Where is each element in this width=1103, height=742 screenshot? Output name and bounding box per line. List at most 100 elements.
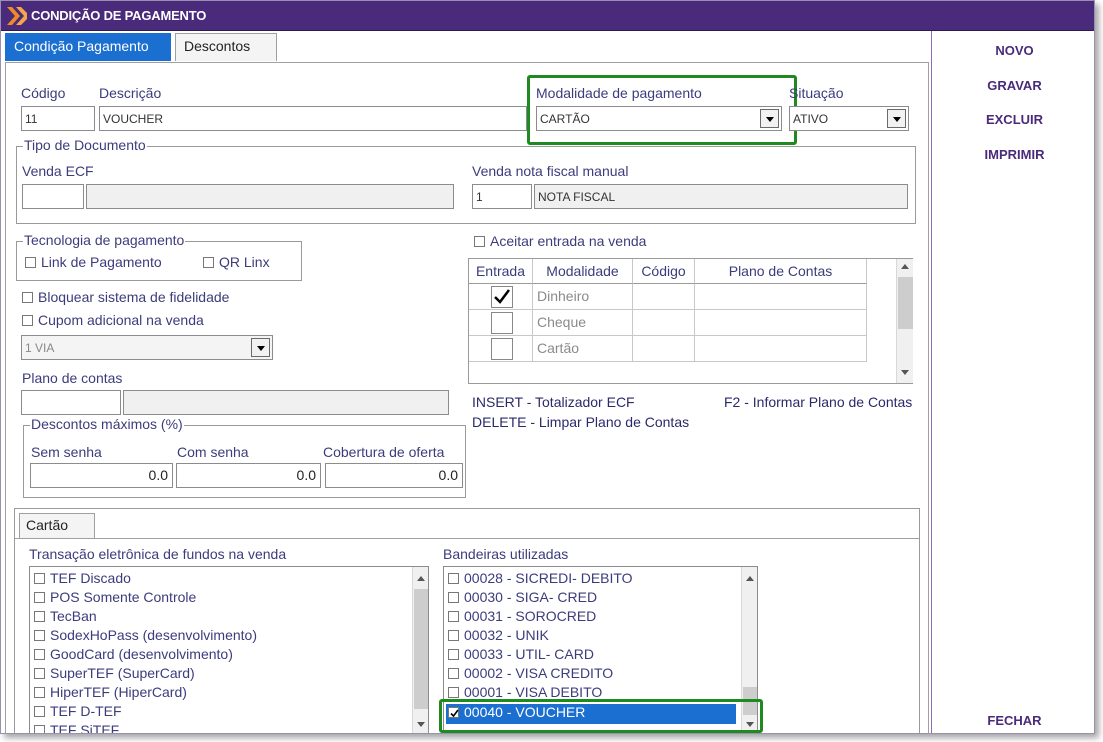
scroll-up-icon[interactable] bbox=[413, 571, 428, 587]
grid-cell-codigo[interactable] bbox=[633, 284, 695, 310]
descricao-label: Descrição bbox=[99, 85, 162, 101]
tipo-documento-group: Tipo de Documento Venda ECF Venda nota f… bbox=[16, 137, 916, 224]
list-item[interactable]: 00032 - UNIK bbox=[448, 627, 549, 643]
scroll-up-icon[interactable] bbox=[897, 259, 913, 275]
list-item[interactable]: TEF SiTEF bbox=[34, 722, 119, 733]
venda-nf-desc: NOTA FISCAL bbox=[534, 184, 908, 209]
gravar-button[interactable]: GRAVAR bbox=[932, 78, 1094, 93]
cupom-via-select[interactable]: 1 VIA bbox=[21, 335, 273, 360]
tab-descontos[interactable]: Descontos bbox=[175, 33, 277, 61]
scroll-thumb[interactable] bbox=[414, 589, 428, 709]
grid-header-entrada: Entrada bbox=[469, 259, 533, 284]
list-item[interactable]: 00028 - SICREDI- DEBITO bbox=[448, 570, 633, 586]
list-item[interactable]: 00031 - SOROCRED bbox=[448, 608, 596, 624]
codigo-label: Código bbox=[21, 85, 66, 101]
com-senha-label: Com senha bbox=[177, 444, 249, 460]
scroll-thumb[interactable] bbox=[898, 277, 913, 329]
situacao-value: ATIVO bbox=[793, 112, 829, 126]
hint-f2: F2 - Informar Plano de Contas bbox=[724, 394, 913, 410]
grid-header-plano: Plano de Contas bbox=[695, 259, 867, 284]
tab-cartao[interactable]: Cartão bbox=[19, 513, 95, 539]
list-item[interactable]: HiperTEF (HiperCard) bbox=[34, 684, 187, 700]
imprimir-button[interactable]: IMPRIMIR bbox=[932, 147, 1094, 162]
situacao-label: Situação bbox=[789, 85, 844, 101]
list-item[interactable]: 00001 - VISA DEBITO bbox=[448, 684, 602, 700]
qr-linx-checkbox[interactable]: QR Linx bbox=[203, 254, 270, 270]
tef-list[interactable]: TEF Discado POS Somente Controle TecBan … bbox=[29, 566, 429, 733]
bloquear-fidelidade-label: Bloquear sistema de fidelidade bbox=[38, 289, 230, 305]
tef-label: Transação eletrônica de fundos na venda bbox=[29, 546, 287, 562]
chevron-down-icon[interactable] bbox=[251, 338, 270, 357]
bloquear-fidelidade-checkbox[interactable]: Bloquear sistema de fidelidade bbox=[22, 289, 229, 305]
grid-header-modalidade: Modalidade bbox=[533, 259, 633, 284]
plano-contas-code-input[interactable] bbox=[21, 390, 121, 415]
sem-senha-input[interactable]: 0.0 bbox=[30, 463, 173, 488]
descontos-maximos-title: Descontos máximos (%) bbox=[30, 416, 184, 432]
excluir-button[interactable]: EXCLUIR bbox=[932, 112, 1094, 127]
cobertura-label: Cobertura de oferta bbox=[323, 444, 445, 460]
com-senha-input[interactable]: 0.0 bbox=[176, 463, 321, 488]
entrada-grid: Entrada Modalidade Código Plano de Conta… bbox=[468, 258, 913, 384]
main-panel: Código 11 Descrição VOUCHER Modalidade d… bbox=[5, 62, 929, 733]
situacao-select[interactable]: ATIVO bbox=[789, 106, 909, 131]
list-item[interactable]: TecBan bbox=[34, 608, 97, 624]
grid-cell-plano[interactable] bbox=[695, 310, 867, 336]
grid-header-codigo: Código bbox=[633, 259, 695, 284]
codigo-input[interactable]: 11 bbox=[21, 106, 95, 131]
hint-insert: INSERT - Totalizador ECF bbox=[472, 394, 635, 410]
cobertura-input[interactable]: 0.0 bbox=[325, 463, 463, 488]
novo-button[interactable]: NOVO bbox=[932, 43, 1094, 58]
hint-delete: DELETE - Limpar Plano de Contas bbox=[472, 414, 690, 430]
cupom-adicional-label: Cupom adicional na venda bbox=[38, 312, 204, 328]
window-title: CONDIÇÃO DE PAGAMENTO bbox=[31, 8, 207, 23]
grid-cell-codigo[interactable] bbox=[633, 336, 695, 362]
link-pagamento-checkbox[interactable]: Link de Pagamento bbox=[25, 254, 162, 270]
grid-cell-plano[interactable] bbox=[695, 336, 867, 362]
tecnologia-group: Tecnologia de pagamento Link de Pagament… bbox=[16, 232, 302, 281]
tecnologia-title: Tecnologia de pagamento bbox=[23, 232, 186, 248]
tipo-documento-title: Tipo de Documento bbox=[23, 137, 147, 153]
venda-ecf-label: Venda ECF bbox=[22, 163, 94, 179]
list-item[interactable]: TEF Discado bbox=[34, 570, 131, 586]
grid-cell-modalidade: Cartão bbox=[533, 336, 633, 362]
cartao-section: Cartão Transação eletrônica de fundos na… bbox=[14, 508, 920, 733]
grid-cell-modalidade: Dinheiro bbox=[533, 284, 633, 310]
list-item[interactable]: SuperTEF (SuperCard) bbox=[34, 665, 195, 681]
plano-contas-desc bbox=[123, 390, 449, 415]
sem-senha-label: Sem senha bbox=[31, 444, 102, 460]
payment-condition-window: CONDIÇÃO DE PAGAMENTO Condição Pagamento… bbox=[0, 0, 1095, 734]
cupom-adicional-checkbox[interactable]: Cupom adicional na venda bbox=[22, 312, 204, 328]
venda-ecf-code-input[interactable] bbox=[22, 184, 84, 209]
list-item[interactable]: 00002 - VISA CREDITO bbox=[448, 665, 613, 681]
list-item[interactable]: SodexHoPass (desenvolvimento) bbox=[34, 627, 257, 643]
list-item[interactable]: GoodCard (desenvolvimento) bbox=[34, 646, 233, 662]
cartao-tab-divider bbox=[15, 538, 919, 539]
grid-cell-plano[interactable] bbox=[695, 284, 867, 310]
entrada-checkbox-dinheiro[interactable] bbox=[491, 286, 513, 308]
title-bar: CONDIÇÃO DE PAGAMENTO bbox=[1, 1, 1094, 31]
entrada-checkbox-cartao[interactable] bbox=[491, 338, 513, 360]
tef-scrollbar[interactable] bbox=[412, 567, 428, 733]
venda-nf-label: Venda nota fiscal manual bbox=[472, 163, 629, 179]
grid-cell-codigo[interactable] bbox=[633, 310, 695, 336]
scroll-down-icon[interactable] bbox=[413, 717, 428, 733]
fechar-button[interactable]: FECHAR bbox=[932, 713, 1094, 728]
scroll-down-icon[interactable] bbox=[897, 365, 913, 381]
scroll-up-icon[interactable] bbox=[742, 571, 757, 587]
modalidade-highlight bbox=[527, 75, 797, 145]
list-item[interactable]: TEF D-TEF bbox=[34, 703, 122, 719]
chevron-down-icon[interactable] bbox=[887, 109, 906, 128]
list-item[interactable]: POS Somente Controle bbox=[34, 589, 196, 605]
action-panel: NOVO GRAVAR EXCLUIR IMPRIMIR FECHAR bbox=[931, 31, 1094, 733]
link-pagamento-label: Link de Pagamento bbox=[41, 254, 162, 270]
descricao-input[interactable]: VOUCHER bbox=[99, 106, 527, 131]
grid-scrollbar[interactable] bbox=[896, 259, 913, 383]
entrada-checkbox-cheque[interactable] bbox=[491, 312, 513, 334]
list-item[interactable]: 00030 - SIGA- CRED bbox=[448, 589, 597, 605]
tab-condicao-pagamento[interactable]: Condição Pagamento bbox=[5, 33, 171, 61]
grid-cell-modalidade: Cheque bbox=[533, 310, 633, 336]
venda-nf-code-input[interactable]: 1 bbox=[472, 184, 532, 209]
qr-linx-label: QR Linx bbox=[219, 254, 270, 270]
list-item[interactable]: 00033 - UTIL- CARD bbox=[448, 646, 594, 662]
aceitar-entrada-checkbox[interactable]: Aceitar entrada na venda bbox=[474, 233, 646, 249]
